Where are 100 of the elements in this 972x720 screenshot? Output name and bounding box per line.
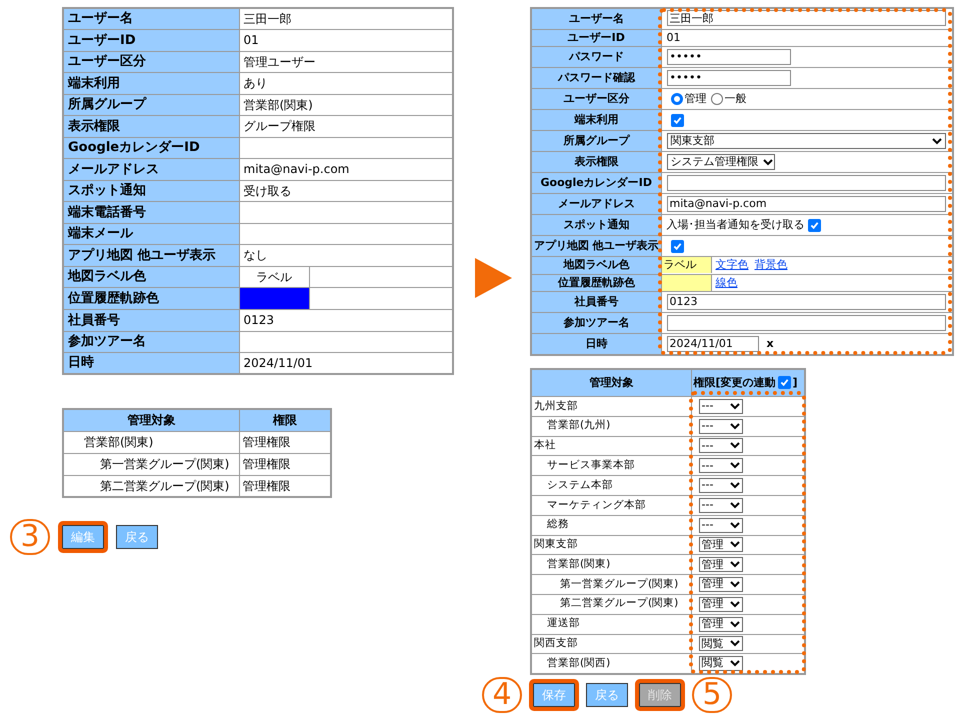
radio-button[interactable]	[710, 93, 722, 105]
field-value: mita@navi-p.com	[242, 162, 350, 176]
field-value: 01	[242, 33, 260, 48]
color-swatch: ラベル	[662, 257, 712, 274]
dropdown[interactable]: 管理	[698, 596, 742, 612]
field-value: あり	[242, 76, 268, 90]
input-field[interactable]	[666, 314, 946, 330]
field-label: スポット通知	[531, 214, 661, 236]
option-label: 一般	[724, 90, 746, 107]
dropdown[interactable]: ---	[698, 418, 742, 434]
input-field[interactable]: mita@navi-p.com	[666, 196, 946, 212]
dropdown-value: ---	[702, 438, 714, 454]
table-cell: システム本部	[531, 476, 691, 496]
dropdown-value: 関東支部	[670, 132, 714, 149]
field-label: 参加ツアー名	[531, 312, 661, 334]
dropdown[interactable]: システム管理権限	[666, 154, 774, 170]
date-field[interactable]: 2024/11/01	[666, 336, 758, 352]
link[interactable]: 線色	[716, 274, 738, 291]
field-label: メールアドレス	[63, 158, 239, 180]
dropdown[interactable]: 管理	[698, 537, 742, 552]
dropdown[interactable]: ---	[698, 518, 742, 533]
input-field[interactable]: 0123	[666, 294, 946, 310]
field-label: 端末メール	[63, 223, 239, 244]
field-label: GoogleカレンダーID	[531, 172, 661, 194]
input-field[interactable]	[666, 174, 946, 190]
table-cell: 関西支部	[531, 634, 691, 654]
link[interactable]: 背景色	[754, 257, 788, 274]
dropdown[interactable]: ---	[698, 478, 742, 494]
field-label: 表示権限	[531, 152, 661, 172]
dropdown-value: 閲覧	[702, 655, 724, 672]
link[interactable]: 文字色	[716, 257, 748, 274]
input-field[interactable]: •••••	[666, 48, 790, 64]
chevron-down-icon	[730, 620, 740, 628]
chevron-down-icon	[730, 600, 740, 608]
dropdown[interactable]: ---	[698, 458, 742, 474]
field-label: 位置履歴軌跡色	[63, 288, 239, 310]
dropdown-value: 管理	[702, 536, 724, 553]
field-label: 所属グループ	[531, 130, 661, 152]
step-number: 3	[10, 519, 50, 555]
checkbox[interactable]	[670, 114, 684, 126]
dropdown[interactable]: 管理	[698, 577, 742, 592]
right-arrow-icon	[475, 258, 512, 298]
table-cell: 総務	[531, 515, 691, 536]
field-label: 端末利用	[531, 110, 661, 130]
radio-button[interactable]	[670, 93, 682, 105]
dropdown-value: 閲覧	[702, 636, 724, 652]
dropdown-value: ---	[702, 497, 714, 514]
field-label: 社員番号	[63, 310, 239, 331]
chevron-down-icon	[730, 561, 740, 568]
field-value: 三田一郎	[242, 12, 292, 26]
chevron-down-icon	[730, 422, 740, 430]
dropdown[interactable]: 関東支部	[666, 133, 946, 149]
field-value: 01	[666, 30, 680, 44]
dropdown[interactable]: 閲覧	[698, 636, 742, 652]
checkbox[interactable]	[778, 376, 791, 390]
input-field[interactable]: 三田一郎	[666, 10, 946, 26]
dropdown[interactable]: 管理	[698, 557, 742, 572]
input-field[interactable]: •••••	[666, 70, 790, 86]
dropdown[interactable]: ---	[698, 398, 742, 414]
table-cell: 第一営業グループ(関東)	[63, 453, 239, 475]
dropdown[interactable]: ---	[698, 438, 742, 454]
field-label: GoogleカレンダーID	[63, 137, 239, 158]
column-header: 管理対象	[63, 409, 239, 431]
dropdown-value: 管理	[702, 596, 724, 612]
chevron-down-icon	[730, 581, 740, 588]
dropdown[interactable]: 閲覧	[698, 656, 742, 671]
field-value: 受け取る	[242, 184, 292, 198]
table-cell: 本社	[531, 436, 691, 456]
field-label: 端末利用	[63, 72, 239, 94]
chevron-down-icon	[730, 522, 740, 529]
dropdown-value: システム管理権限	[670, 154, 758, 170]
field-label: ユーザー区分	[63, 51, 239, 72]
clear-button[interactable]: x	[766, 336, 774, 352]
chevron-down-icon	[730, 541, 740, 548]
field-value: 営業部(関東)	[242, 98, 314, 112]
field-label: 日時	[63, 352, 239, 374]
option-label: 管理	[684, 90, 706, 107]
field-value: なし	[242, 248, 268, 262]
table-cell: 営業部(関東)	[63, 431, 239, 453]
chevron-down-icon	[730, 502, 740, 509]
table-cell: 関東支部	[531, 535, 691, 555]
field-label: 参加ツアー名	[63, 331, 239, 352]
field-label: 表示権限	[63, 116, 239, 137]
dropdown[interactable]: 管理	[698, 616, 742, 632]
field-label: ユーザーID	[531, 29, 661, 46]
dropdown-value: 管理	[702, 616, 724, 632]
chevron-down-icon	[730, 660, 740, 667]
column-header: ]	[792, 374, 798, 390]
field-label: 地図ラベル色	[63, 266, 239, 288]
checkbox[interactable]	[808, 218, 820, 232]
table-cell: 営業部(関東)	[531, 554, 691, 575]
checkbox[interactable]	[670, 240, 684, 252]
dropdown-value: 管理	[702, 556, 724, 573]
field-label: 地図ラベル色	[531, 256, 661, 274]
dropdown-value: ---	[702, 516, 714, 533]
dropdown[interactable]: ---	[698, 498, 742, 513]
dropdown-value: ---	[702, 477, 714, 494]
column-header: 権限	[239, 409, 331, 431]
table-cell: 運送部	[531, 614, 691, 634]
column-header: 管理対象	[531, 368, 691, 396]
